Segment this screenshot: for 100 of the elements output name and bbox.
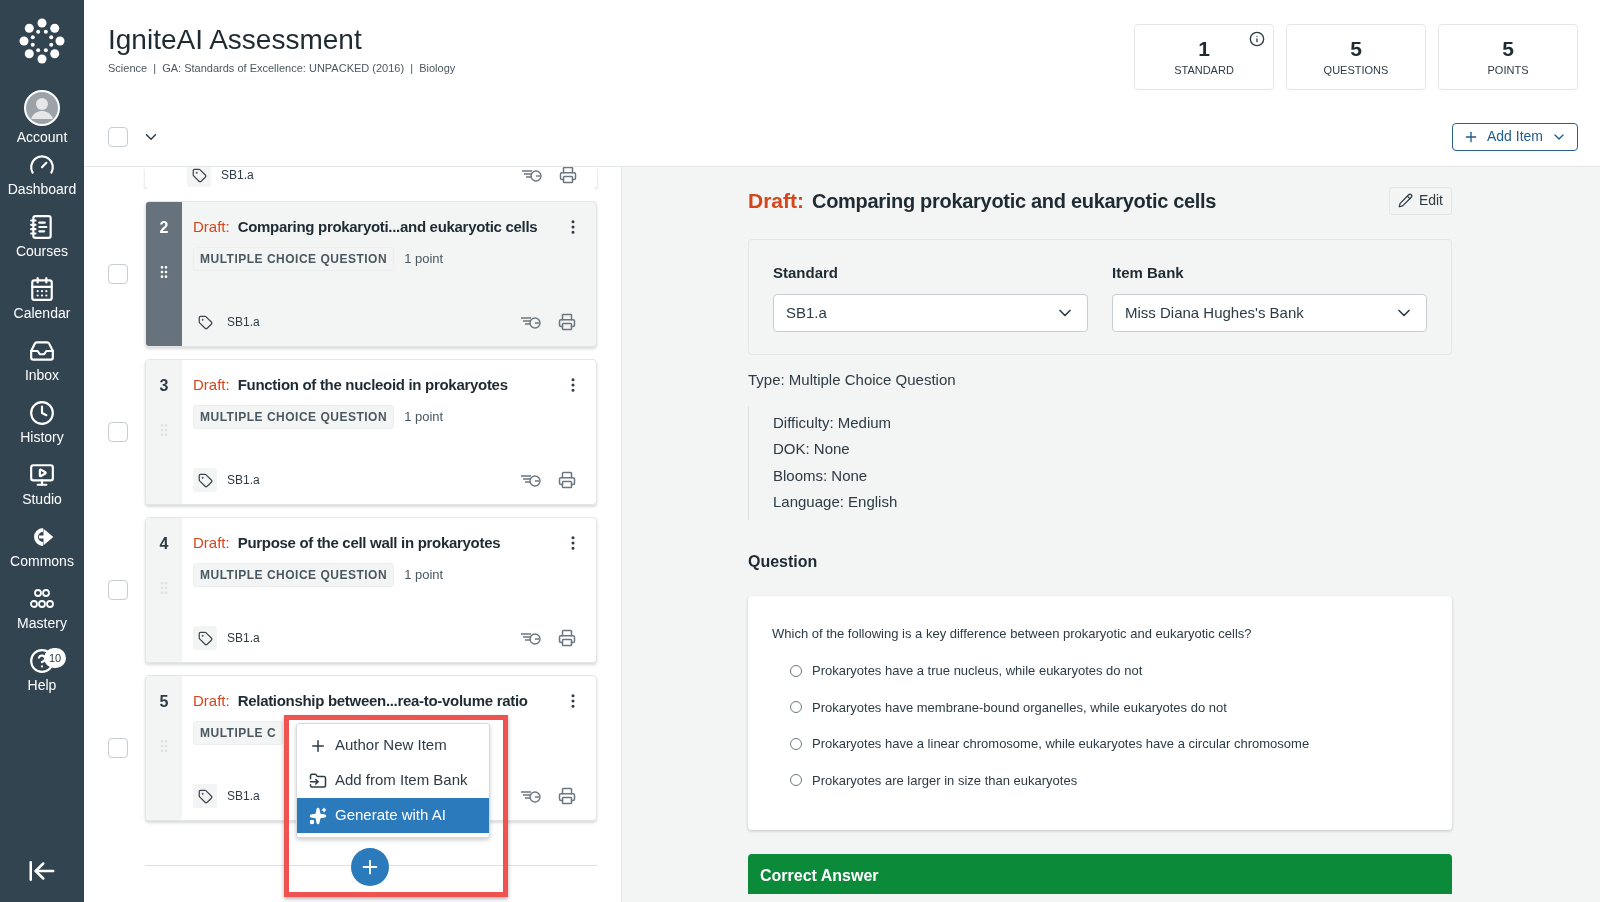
item-number: 3 <box>159 376 169 396</box>
nav-item[interactable]: Courses <box>0 214 84 276</box>
tag-icon <box>193 626 217 650</box>
tag-icon <box>193 784 217 808</box>
inbox-icon <box>29 338 55 364</box>
add-button[interactable] <box>351 848 389 886</box>
standard-label: SB1.a <box>227 630 260 647</box>
standard-label: SB1.a <box>221 167 254 184</box>
standard-label: SB1.a <box>227 788 260 805</box>
wing-icon[interactable] <box>520 314 542 330</box>
print-icon[interactable] <box>559 167 577 184</box>
print-icon[interactable] <box>558 313 576 331</box>
correct-answer-bar: Correct Answer <box>748 854 1452 894</box>
question-type-badge: MULTIPLE CHOICE QUESTION <box>193 246 395 271</box>
nav-item[interactable]: Studio <box>0 462 84 524</box>
option-text: Prokaryotes have a linear chromosome, while eukaryotes have a circular chromosome <box>812 735 1310 753</box>
draft-label: Draft: <box>748 188 804 214</box>
nav-item[interactable]: 10 Help <box>0 648 84 710</box>
studio-icon <box>29 462 55 488</box>
item-card[interactable]: 4 Draft: Purpose of the cell wall in prokaryotes MULTIPLE CHOICE QUESTION 1 point SB1.a <box>145 517 597 663</box>
points-label: 1 point <box>404 249 444 268</box>
question-title: Comparing prokaryotic and eukaryotic cells <box>812 188 1217 214</box>
nav-item[interactable]: Account <box>0 90 84 152</box>
option-text: Prokaryotes have a true nucleus, while eukaryotes do not <box>812 662 1143 680</box>
checkbox[interactable] <box>108 422 128 442</box>
wing-icon[interactable] <box>520 788 542 804</box>
stat-value: 5 <box>1502 35 1514 62</box>
item-title[interactable]: Purpose of the cell wall in prokaryotes <box>237 532 501 555</box>
item-title[interactable]: Comparing prokaryoti...and eukaryotic cells <box>237 216 538 239</box>
stat-value: 1 <box>1198 35 1210 62</box>
nav-item[interactable]: Commons <box>0 524 84 586</box>
draft-label: Draft: <box>193 217 230 237</box>
menu-item[interactable]: Author New Item <box>297 728 489 763</box>
points-label: 1 point <box>404 407 444 426</box>
notification-badge: 10 <box>44 648 67 668</box>
item-title[interactable]: Function of the nucleoid in prokaryotes <box>237 374 508 397</box>
wing-icon[interactable] <box>521 167 543 183</box>
stat-label: POINTS <box>1487 62 1529 78</box>
meta-text: Difficulty: Medium <box>773 412 893 433</box>
nav-item[interactable]: Mastery <box>0 586 84 648</box>
question-type-badge: MULTIPLE C <box>193 720 284 745</box>
avatar-icon <box>24 90 60 126</box>
field-label: Item Bank <box>1112 262 1185 283</box>
wing-icon[interactable] <box>520 472 542 488</box>
standard-select[interactable]: SB1.a <box>773 294 1088 332</box>
nav-item[interactable]: Inbox <box>0 338 84 400</box>
tag-icon <box>187 167 211 187</box>
draft-label: Draft: <box>193 375 230 395</box>
print-icon[interactable] <box>558 629 576 647</box>
standard-label: SB1.a <box>227 472 260 489</box>
checkbox[interactable] <box>108 126 128 147</box>
question-type-badge: MULTIPLE CHOICE QUESTION <box>193 404 395 429</box>
print-icon[interactable] <box>558 787 576 805</box>
meta-text: DOK: None <box>773 439 851 459</box>
checkbox[interactable] <box>108 264 128 284</box>
item-title[interactable]: Relationship between...rea-to-volume ratio <box>237 690 528 713</box>
meta-text: Blooms: None <box>773 465 869 486</box>
item-card[interactable]: 3 Draft: Function of the nucleoid in prokaryotes MULTIPLE CHOICE QUESTION 1 point SB1.a <box>145 359 597 505</box>
tag-icon <box>193 468 217 492</box>
item-card[interactable]: 2 Draft: Comparing prokaryoti...and eukaryotic cells MULTIPLE CHOICE QUESTION 1 point SB1.a <box>145 201 597 347</box>
meta-text: Language: English <box>773 492 899 512</box>
sparkle-icon <box>309 806 327 825</box>
points-label: 1 point <box>404 565 444 584</box>
item-card[interactable]: SB1.a <box>145 167 597 189</box>
item-number: 5 <box>159 692 169 712</box>
stat-label: STANDARD <box>1174 62 1234 78</box>
wing-icon[interactable] <box>520 630 542 646</box>
nav-item[interactable]: History <box>0 400 84 462</box>
logo-icon[interactable] <box>19 18 65 64</box>
stat-value: 5 <box>1350 35 1362 62</box>
question-heading: Question <box>748 551 819 572</box>
menu-item[interactable]: Generate with AI <box>297 798 489 833</box>
page-title: IgniteAI Assessment <box>108 23 363 57</box>
history-icon <box>29 400 55 426</box>
draft-label: Draft: <box>193 533 230 553</box>
checkbox[interactable] <box>108 738 128 758</box>
item-bank-select[interactable]: Miss Diana Hughes's Bank <box>1112 294 1427 332</box>
type-text: Type: Multiple Choice Question <box>748 370 957 390</box>
item-number: 4 <box>159 534 169 554</box>
courses-icon <box>29 214 55 240</box>
calendar-icon <box>29 276 55 302</box>
draft-label: Draft: <box>193 691 230 711</box>
print-icon[interactable] <box>558 471 576 489</box>
item-number: 2 <box>159 218 169 238</box>
standard-label: SB1.a <box>227 314 260 331</box>
question-type-badge: MULTIPLE CHOICE QUESTION <box>193 562 395 587</box>
option-text: Prokaryotes are larger in size than eukaryotes <box>812 771 1078 790</box>
stat-label: QUESTIONS <box>1323 62 1389 78</box>
pencil-icon <box>1397 193 1413 209</box>
nav-item[interactable]: Dashboard <box>0 152 84 214</box>
field-label: Standard <box>773 262 839 283</box>
add-item-button[interactable]: Add Item <box>1451 122 1578 151</box>
checkbox[interactable] <box>108 580 128 600</box>
option-text: Prokaryotes have membrane-bound organelles, while eukaryotes do not <box>812 698 1227 717</box>
nav-item[interactable]: Calendar <box>0 276 84 338</box>
edit-button[interactable]: Edit <box>1388 186 1452 215</box>
info-icon[interactable] <box>1249 31 1265 47</box>
breadcrumb: Science | GA: Standards of Excellence: UNPACKED (2016) | Biology <box>108 61 456 76</box>
menu-item[interactable]: Add from Item Bank <box>297 763 489 798</box>
folder-icon <box>309 771 327 790</box>
